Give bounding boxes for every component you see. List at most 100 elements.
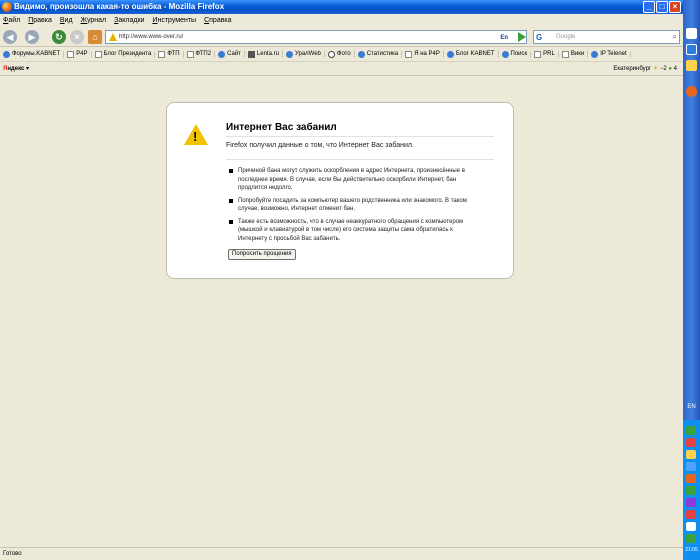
bookmark-icon [285, 50, 293, 58]
start-icon[interactable] [686, 28, 697, 39]
system-tray [683, 420, 700, 560]
tray-icon[interactable] [686, 462, 696, 471]
tray-icon[interactable] [686, 426, 696, 435]
yandex-logo[interactable]: Яндекс ▾ [3, 62, 29, 76]
window-title: Видимо, произошла какая-то ошибка - Mozi… [14, 2, 225, 11]
error-description: Firefox получил данные о том, что Интерн… [226, 142, 414, 149]
menu-tools[interactable]: Инструменты [152, 17, 196, 24]
tray-icon[interactable] [686, 438, 696, 447]
tray-icon[interactable] [686, 522, 696, 531]
bookmark-item[interactable]: УралWeb [285, 50, 325, 58]
address-bar[interactable]: http://www.www-over.ru/ En ▾ [105, 30, 527, 44]
menu-view[interactable]: Вид [60, 17, 73, 24]
bookmark-icon [158, 50, 166, 58]
menu-history[interactable]: Журнал [81, 17, 107, 24]
city-label: Екатеринбург [613, 66, 652, 72]
bookmark-item[interactable]: Фото [327, 50, 355, 58]
back-button[interactable]: ◀ [3, 30, 17, 44]
menu-file[interactable]: Файл [3, 17, 20, 24]
quicklaunch-ie-icon[interactable] [686, 44, 697, 55]
bookmark-icon [67, 50, 75, 58]
google-icon[interactable]: G [536, 32, 542, 44]
menu-edit[interactable]: Правка [28, 17, 52, 24]
taskbar: EN 21:05 [683, 0, 700, 560]
maximize-button[interactable]: □ [656, 1, 668, 13]
bookmark-item[interactable]: Блог Президента [94, 50, 156, 58]
bookmark-item[interactable]: ФТП [158, 50, 184, 58]
tray-icon[interactable] [686, 450, 696, 459]
bookmark-item[interactable]: ФТП2 [186, 50, 216, 58]
close-button[interactable]: × [669, 1, 681, 13]
tray-icon[interactable] [686, 534, 696, 543]
bookmarks-toolbar: Форумы.KABNET P4P Блог Президента ФТП ФТ… [0, 47, 683, 62]
bookmark-item[interactable]: P4P [67, 50, 92, 58]
minimize-button[interactable]: _ [643, 1, 655, 13]
divider [226, 136, 494, 137]
traffic-icon: ● [668, 66, 672, 72]
search-input[interactable]: G Google ⌕ [533, 30, 680, 44]
tray-icon[interactable] [686, 486, 696, 495]
go-button[interactable] [518, 32, 526, 42]
divider [226, 159, 494, 160]
bookmark-item[interactable]: PRL [534, 50, 559, 58]
firefox-task-icon[interactable] [686, 86, 697, 97]
bookmark-item[interactable]: Форумы.KABNET [3, 50, 65, 58]
yandex-toolbar: Яндекс ▾ Екатеринбург ☀ −2 ● 4 [0, 62, 683, 76]
firefox-logo-icon [2, 2, 12, 12]
list-item: Также есть возможность, что в случае неа… [229, 218, 479, 244]
bookmark-item[interactable]: Блог KABNET [446, 50, 499, 58]
bookmark-item[interactable]: Статистика [357, 50, 403, 58]
error-page-box: Интернет Вас забанил Firefox получил дан… [166, 102, 514, 279]
bookmark-icon [534, 50, 542, 58]
reload-button[interactable]: ↻ [52, 30, 66, 44]
window-title-bar[interactable]: Видимо, произошла какая-то ошибка - Mozi… [0, 0, 683, 14]
ask-forgiveness-button[interactable]: Попросить прощения [228, 249, 296, 260]
list-item: Причиной бана могут служить оскорбления … [229, 167, 479, 193]
warning-icon [109, 33, 117, 41]
error-title: Интернет Вас забанил [226, 122, 337, 133]
menu-bookmarks[interactable]: Закладки [114, 17, 144, 24]
bookmark-icon [405, 50, 413, 58]
bookmark-item[interactable]: Сайт [218, 50, 245, 58]
bookmark-icon [218, 50, 226, 58]
window-controls: _ □ × [643, 1, 681, 13]
menu-help[interactable]: Справка [204, 17, 231, 24]
bookmark-item[interactable]: Lenta.ru [247, 50, 283, 58]
clock: 21:05 [685, 547, 698, 553]
bookmark-icon [327, 50, 335, 58]
menu-bar: Файл Правка Вид Журнал Закладки Инструме… [0, 14, 683, 27]
stop-button[interactable]: × [70, 30, 84, 44]
quicklaunch-folder-icon[interactable] [686, 60, 697, 71]
sun-icon: ☀ [652, 66, 659, 72]
bookmark-icon [591, 50, 599, 58]
bookmark-icon [357, 50, 365, 58]
bookmark-icon [501, 50, 509, 58]
language-indicator[interactable]: EN [684, 404, 699, 410]
home-button[interactable]: ⌂ [88, 30, 102, 44]
list-item: Попробуйте посадить за компьютер вашего … [229, 197, 479, 214]
tray-icon[interactable] [686, 498, 696, 507]
address-url: http://www.www-over.ru/ [119, 34, 184, 40]
bookmark-icon [3, 50, 10, 58]
page-content: Интернет Вас забанил Firefox получил дан… [0, 76, 683, 547]
status-bar: Готово [0, 547, 683, 560]
bookmark-icon [446, 50, 454, 58]
language-indicator[interactable]: En [500, 32, 508, 44]
bookmark-item[interactable]: Я на P4P [405, 50, 444, 58]
warning-icon [184, 124, 208, 145]
forward-button[interactable]: ▶ [25, 30, 39, 44]
bookmark-icon [561, 50, 569, 58]
bookmark-icon [186, 50, 194, 58]
temperature: −2 [659, 66, 667, 72]
weather-widget[interactable]: Екатеринбург ☀ −2 ● 4 [613, 62, 677, 76]
bookmark-icon [247, 50, 255, 58]
search-icon[interactable]: ⌕ [673, 31, 677, 43]
bookmark-item[interactable]: Поиск [501, 50, 532, 58]
tray-icon[interactable] [686, 474, 696, 483]
status-text: Готово [3, 551, 22, 557]
bookmark-item[interactable]: IP Telenet [591, 50, 631, 58]
traffic-score: 4 [673, 66, 677, 72]
search-placeholder: Google [556, 34, 576, 40]
tray-icon[interactable] [686, 510, 696, 519]
bookmark-item[interactable]: Вики [561, 50, 589, 58]
